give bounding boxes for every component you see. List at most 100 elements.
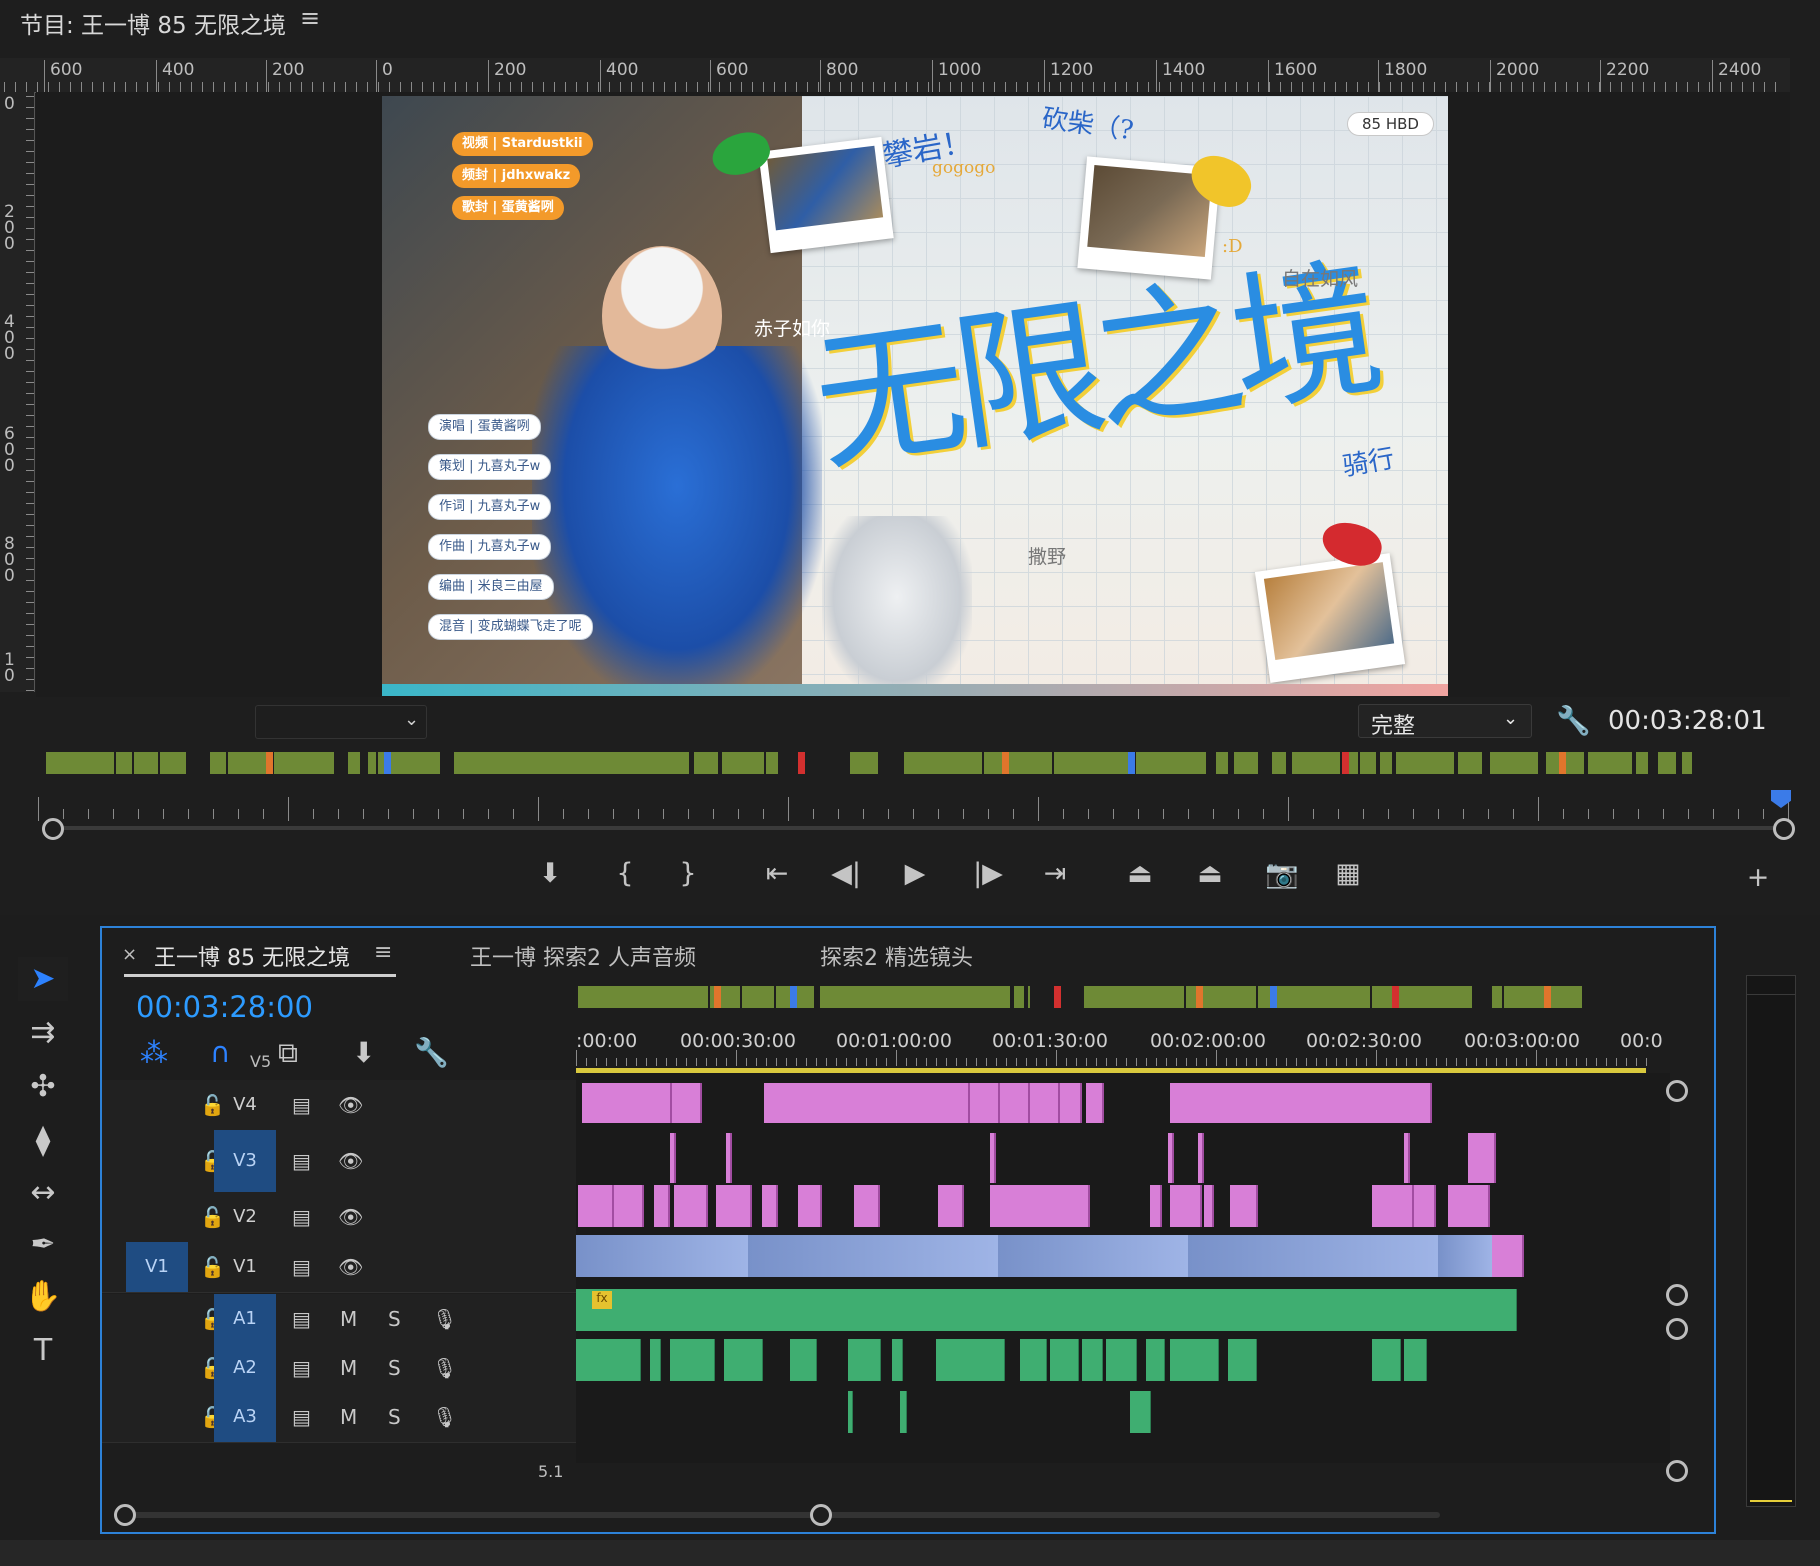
audio-clip-a2[interactable] [1020,1339,1047,1381]
track-name-a2[interactable]: A2 [214,1344,276,1392]
audio-clip-a2[interactable] [650,1339,661,1381]
microphone-icon[interactable]: 🎙 [432,1356,457,1380]
track-name-v1[interactable]: V1 [214,1242,276,1292]
eye-icon[interactable]: 👁 [338,1255,363,1279]
track-name-v3[interactable]: V3 [214,1130,276,1192]
go-to-in-button[interactable]: ⇤ [757,858,797,889]
video-clip-v2[interactable] [614,1185,644,1227]
video-clip-v4[interactable] [940,1083,970,1123]
video-frame[interactable]: 视频 | Stardustkii 频封 | jdhxwakz 歌封 | 蛋黄酱咧 演… [382,96,1448,696]
add-marker-icon[interactable]: ⬇ [352,1036,375,1069]
video-clip-v2[interactable] [1372,1185,1414,1227]
slip-tool-icon[interactable]: ↔ [18,1171,68,1215]
linked-selection-icon[interactable]: ⧉ [278,1036,298,1070]
play-button[interactable]: ▶ [895,858,935,889]
video-clip-v2[interactable] [1024,1185,1054,1227]
hand-tool-icon[interactable]: ✋ [18,1275,68,1319]
pen-tool-icon[interactable]: ✒ [18,1223,68,1267]
video-clip-v4[interactable] [642,1083,672,1123]
comparison-view-button[interactable]: ▦ [1328,858,1368,889]
video-clip-v4[interactable] [1348,1083,1380,1123]
scrollbar-left-handle[interactable] [114,1504,136,1526]
video-clip-v4[interactable] [764,1083,794,1123]
video-clip-v4[interactable] [1000,1083,1030,1123]
sync-lock-icon[interactable]: ▤ [292,1255,311,1279]
video-clip-v3[interactable] [1168,1133,1174,1183]
timeline-timecode[interactable]: 00:03:28:00 [136,990,313,1024]
tab-menu-icon[interactable]: ≡ [374,940,392,965]
audio-clip-a2[interactable] [892,1339,903,1381]
video-clip-v4[interactable] [1060,1083,1082,1123]
video-clip-v4[interactable] [1030,1083,1060,1123]
lift-button[interactable]: ⏏ [1120,858,1160,889]
snap-magnet-icon[interactable]: ∩ [210,1036,231,1069]
audio-clip-a2[interactable] [1050,1339,1079,1381]
timeline-time-ruler[interactable]: :00:00 00:00:30:00 00:01:00:00 00:01:30:00 0… [576,988,1692,1068]
track-name-v2[interactable]: V2 [214,1192,276,1242]
microphone-icon[interactable]: 🎙 [432,1307,457,1331]
video-clip-v3[interactable] [1468,1133,1496,1183]
video-clip-v1[interactable] [1492,1235,1524,1277]
video-clip-v2[interactable] [1060,1185,1090,1227]
audio-clip-a2[interactable] [724,1339,763,1381]
mark-in-button[interactable]: { [605,858,645,889]
video-clip-v4[interactable] [1258,1083,1290,1123]
add-marker-button[interactable]: ⬇ [530,858,570,889]
eye-icon[interactable]: 👁 [338,1205,363,1229]
audio-clip-a2[interactable] [1228,1339,1257,1381]
scrollbar-right-handle[interactable] [1773,818,1795,840]
export-frame-button[interactable]: 📷 [1262,858,1302,890]
video-clip-v2[interactable] [716,1185,752,1227]
vertical-scroll-audio-handle[interactable] [1666,1318,1688,1340]
scrub-ruler[interactable] [38,795,1790,821]
step-forward-button[interactable]: |▶ [968,858,1008,889]
video-clip-v2[interactable] [654,1185,670,1227]
eye-icon[interactable]: 👁 [338,1149,363,1173]
audio-clip-a3[interactable] [1130,1391,1151,1433]
video-clip-v4[interactable] [852,1083,884,1123]
timeline-horizontal-scrollbar[interactable] [124,1512,1440,1518]
video-clip-v2[interactable] [762,1185,778,1227]
audio-clip-a2[interactable] [848,1339,881,1381]
scrollbar-right-handle[interactable] [810,1504,832,1526]
zoom-dropdown[interactable]: ⌄ [255,705,427,739]
audio-clip-a2[interactable] [1188,1339,1219,1381]
audio-clip-a3[interactable] [900,1391,907,1433]
video-clip-v2[interactable] [1230,1185,1258,1227]
audio-clip-a2[interactable] [576,1339,641,1381]
video-clip-v2[interactable] [1448,1185,1490,1227]
video-clip-v2[interactable] [674,1185,708,1227]
video-clip-v4[interactable] [970,1083,1000,1123]
video-clip-v4[interactable] [1408,1083,1432,1123]
video-clip-v4[interactable] [1228,1083,1260,1123]
mute-button[interactable]: M [340,1356,357,1380]
video-clip-v3[interactable] [670,1133,676,1183]
mini-sequence-overview[interactable] [44,752,1692,776]
video-clip-v4[interactable] [792,1083,824,1123]
video-clip-v4[interactable] [1086,1083,1104,1123]
audio-clip-a2[interactable] [1170,1339,1189,1381]
close-tab-icon[interactable]: × [122,944,137,965]
video-clip-v4[interactable] [882,1083,914,1123]
clip-area[interactable]: fx [576,1073,1670,1463]
extract-button[interactable]: ⏏ [1190,858,1230,889]
tab-vocal-audio[interactable]: 王一博 探索2 人声音频 [470,940,696,972]
selection-tool-icon[interactable]: ➤ [18,957,68,1001]
audio-clip-a2[interactable] [1372,1339,1401,1381]
video-clip-v4[interactable] [1288,1083,1320,1123]
vertical-scroll-mid-handle[interactable] [1666,1284,1688,1306]
track-select-tool-icon[interactable]: ⇉ [18,1011,68,1055]
video-clip-v1[interactable] [1188,1235,1439,1277]
mute-button[interactable]: M [340,1405,357,1429]
playback-quality-dropdown[interactable]: 完整 ⌄ [1358,704,1532,739]
video-clip-v2[interactable] [854,1185,880,1227]
video-clip-v1[interactable] [998,1235,1189,1277]
video-clip-v4[interactable] [912,1083,942,1123]
video-clip-v4[interactable] [822,1083,854,1123]
sync-lock-icon[interactable]: ▤ [292,1307,311,1331]
monitor-duration-timecode[interactable]: 00:03:28:01 [1608,706,1767,736]
sync-lock-icon[interactable]: ▤ [292,1405,311,1429]
solo-button[interactable]: S [388,1405,401,1429]
razor-tool-icon[interactable]: ⧫ [18,1119,68,1163]
audio-clip-a1[interactable] [576,1289,1517,1331]
